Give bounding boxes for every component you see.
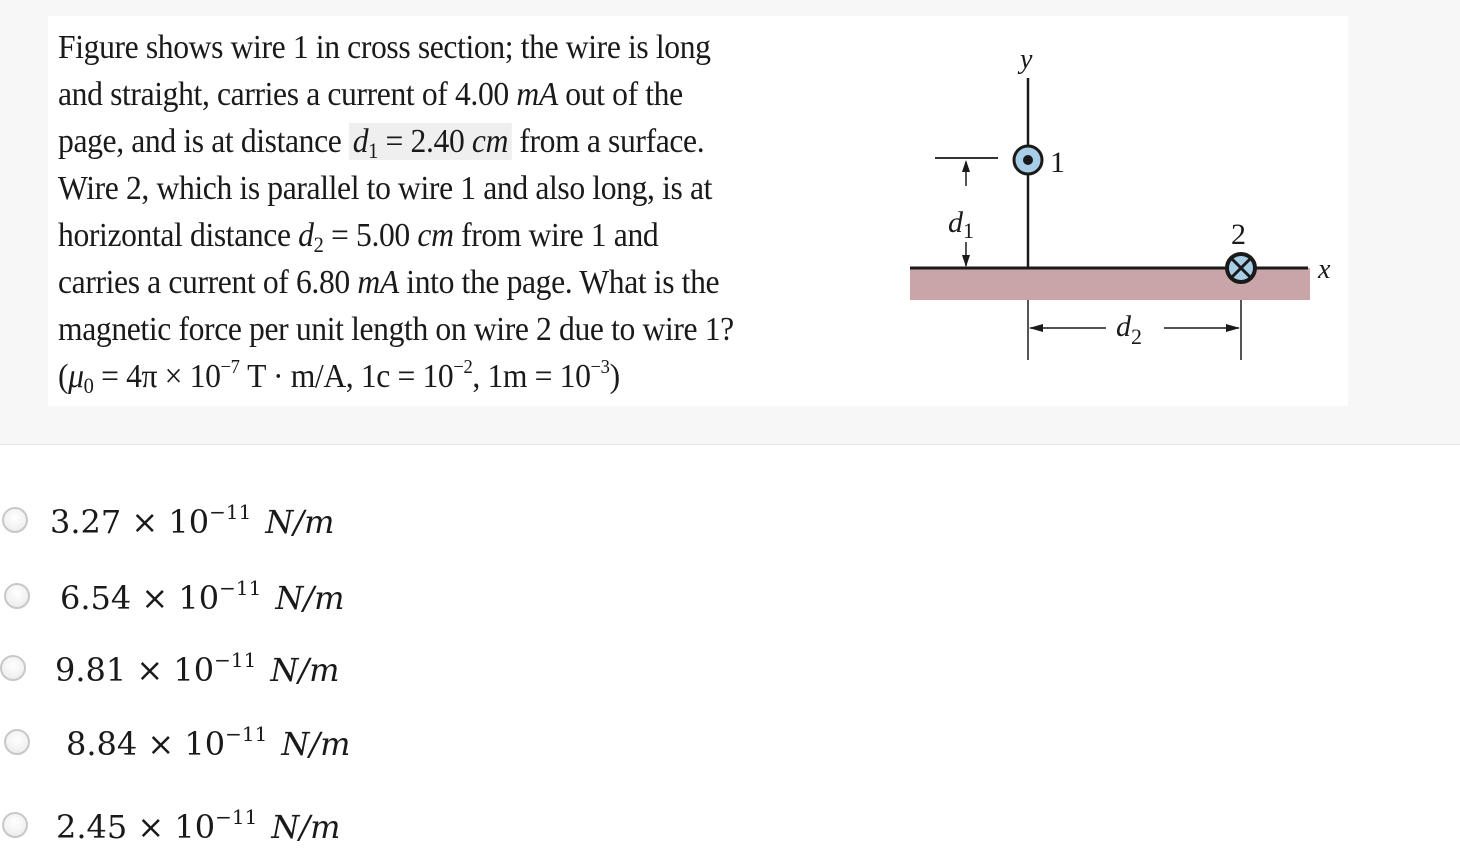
- option-label[interactable]: 2.45 × 10−11 N/m: [56, 805, 340, 846]
- question-card: Figure shows wire 1 in cross section; th…: [48, 16, 1348, 406]
- radio-button[interactable]: [4, 729, 30, 755]
- question-constants: (μ0 = 4π × 10−7 T · m/A, 1c = 10−2, 1m =…: [58, 356, 620, 398]
- radio-button[interactable]: [4, 583, 30, 609]
- radio-button[interactable]: [2, 812, 28, 838]
- option-label[interactable]: 8.84 × 10−11 N/m: [66, 722, 350, 763]
- wire-1-out-of-page-icon: [1012, 144, 1044, 176]
- d1-arrow-head-down: [962, 255, 970, 267]
- answer-option-1[interactable]: 3.27 × 10−11 N/m: [0, 490, 334, 550]
- answer-option-5[interactable]: 2.45 × 10−11 N/m: [0, 795, 340, 855]
- option-label[interactable]: 6.54 × 10−11 N/m: [60, 576, 344, 617]
- option-label[interactable]: 9.81 × 10−11 N/m: [55, 648, 339, 689]
- d1-arrow-head-up: [962, 160, 970, 172]
- question-line: Figure shows wire 1 in cross section; th…: [58, 29, 711, 66]
- answer-option-4[interactable]: 8.84 × 10−11 N/m: [0, 712, 350, 772]
- question-text: Figure shows wire 1 in cross section; th…: [58, 24, 876, 400]
- radio-button[interactable]: [2, 507, 28, 533]
- wire-2-label: 2: [1231, 218, 1246, 251]
- question-panel: Figure shows wire 1 in cross section; th…: [0, 0, 1460, 445]
- question-line: and straight, carries a current of 4.00 …: [58, 76, 683, 113]
- question-line: magnetic force per unit length on wire 2…: [58, 311, 734, 348]
- wire-diagram: y x 1 d1 2 d2: [910, 44, 1331, 360]
- question-line: carries a current of 6.80 mA into the pa…: [58, 264, 720, 301]
- x-axis-label: x: [1317, 254, 1331, 285]
- answer-option-3[interactable]: 9.81 × 10−11 N/m: [0, 638, 339, 698]
- radio-button[interactable]: [0, 655, 26, 681]
- d1-highlight: d1 = 2.40 cm: [348, 123, 512, 162]
- wire-1-label: 1: [1050, 146, 1065, 179]
- answer-option-2[interactable]: 6.54 × 10−11 N/m: [0, 566, 344, 626]
- wire-2-into-page-icon: [1225, 252, 1257, 284]
- option-label[interactable]: 3.27 × 10−11 N/m: [50, 500, 334, 541]
- d2-arrow-head-right: [1226, 324, 1240, 332]
- y-axis-label: y: [1017, 44, 1033, 75]
- d2-arrow-head-left: [1029, 324, 1043, 332]
- question-line: page, and is at distance d1 = 2.40 cm fr…: [58, 123, 705, 163]
- d2-label: d2: [1116, 310, 1142, 349]
- question-line: Wire 2, which is parallel to wire 1 and …: [58, 170, 713, 207]
- d1-label: d1: [948, 206, 974, 243]
- question-line: horizontal distance d2 = 5.00 cm from wi…: [58, 217, 659, 257]
